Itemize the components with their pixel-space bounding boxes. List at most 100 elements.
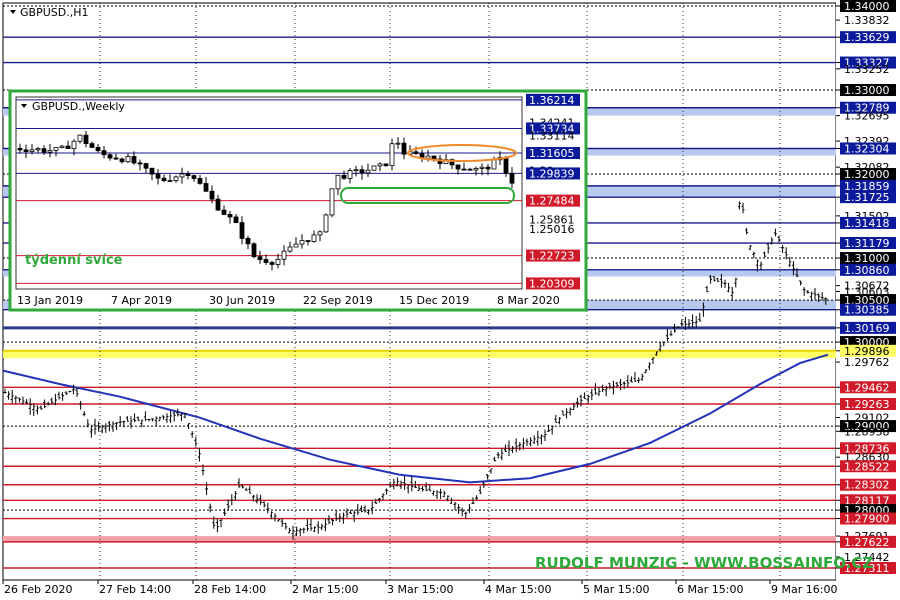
price-bar [374, 498, 378, 504]
price-bar [284, 522, 288, 530]
price-bar [208, 503, 212, 513]
price-bar [608, 382, 612, 390]
weekly-inset-chart: GBPUSD.,Weekly týdenní svíce 1.362141.34… [8, 89, 588, 312]
price-bar [802, 287, 806, 296]
price-bar [129, 416, 133, 429]
price-label: 1.27622 [836, 535, 896, 549]
price-bar [723, 279, 727, 289]
price-bar [172, 411, 176, 422]
price-bar [244, 487, 248, 491]
price-bar [25, 399, 29, 405]
price-label: 1.31179 [836, 237, 896, 250]
price-bar [431, 490, 435, 496]
price-bar [154, 416, 158, 426]
gbpusd-chart: GBPUSD.,H1 GBPUSD.,Weekly týdenní svíce … [2, 0, 900, 600]
price-label: 1.31725 [836, 191, 896, 204]
price-bar [309, 519, 313, 531]
price-label-text: 1.31418 [844, 217, 890, 230]
inset-candle [329, 188, 335, 218]
moving-average-line [2, 353, 829, 484]
price-bar [352, 510, 356, 522]
price-bar [737, 201, 741, 210]
price-bar [637, 377, 641, 384]
inset-time-label: 30 Jun 2019 [209, 294, 275, 307]
price-bar [777, 236, 781, 242]
price-bar [748, 245, 752, 251]
price-bar [759, 261, 763, 270]
price-label-text: 1.30169 [844, 322, 890, 335]
inset-price-label-text: 1.33114 [529, 130, 575, 143]
price-bar [820, 292, 824, 301]
price-bar [640, 373, 644, 381]
time-labels: 26 Feb 2020 27 Feb 14:00 28 Feb 14:00 2 Mar… [2, 580, 837, 596]
price-bar [514, 438, 518, 453]
price-bar [489, 468, 493, 474]
price-bar [734, 277, 738, 288]
price-bar [17, 397, 21, 403]
price-bar [302, 527, 306, 534]
price-bar [590, 388, 594, 401]
time-label: 26 Feb 2020 [4, 583, 72, 596]
price-label: 1.33832 [836, 14, 890, 27]
price-bar [453, 501, 457, 511]
price-bar [597, 386, 601, 397]
price-bar [316, 521, 320, 534]
price-label-text: 1.27900 [844, 513, 890, 526]
price-bar [745, 227, 749, 235]
inset-candle [251, 242, 257, 259]
price-bar [125, 416, 129, 422]
price-bar [197, 447, 201, 462]
inset-price-label-text: 1.25016 [529, 223, 575, 236]
price-bar [601, 384, 605, 393]
price-bar [179, 413, 183, 422]
price-label: 1.30385 [836, 303, 896, 317]
price-label-text: 1.32695 [844, 110, 890, 123]
price-bar [327, 515, 331, 525]
price-label: 1.33000 [836, 84, 896, 97]
inset-price-label-text: 1.22723 [529, 250, 575, 263]
price-bar [406, 484, 410, 494]
price-bar [806, 290, 810, 294]
price-label: 1.28522 [836, 460, 896, 473]
inset-candle [371, 165, 377, 171]
price-bar [464, 511, 468, 519]
price-bar [338, 513, 342, 523]
inset-title: GBPUSD.,Weekly [32, 100, 125, 113]
price-bar [334, 510, 338, 521]
price-bar [651, 357, 655, 365]
price-bar [57, 391, 61, 400]
price-label: 1.31418 [836, 216, 896, 230]
price-bar [781, 244, 785, 254]
price-bar [237, 478, 241, 488]
price-bar [147, 418, 151, 422]
inset-time-label: 22 Sep 2019 [303, 294, 373, 307]
inset-price-label: 1.33114 [529, 130, 575, 143]
price-bar [691, 314, 695, 328]
price-bar [629, 376, 633, 383]
price-bar [89, 424, 93, 438]
price-label-text: 1.33629 [844, 31, 890, 44]
price-bar [442, 490, 446, 498]
price-label: 1.29762 [836, 356, 890, 369]
price-bar [439, 488, 443, 499]
inset-price-label-text: 1.31605 [529, 147, 575, 160]
price-bar [669, 330, 673, 336]
price-bar [356, 503, 360, 516]
price-bar [500, 447, 504, 461]
price-bar [435, 490, 439, 500]
chart-title-text: GBPUSD.,H1 [20, 6, 88, 19]
time-label: 2 Mar 15:00 [292, 583, 358, 596]
dropdown-triangle-icon[interactable] [10, 10, 16, 14]
time-label: 3 Mar 15:00 [387, 583, 453, 596]
price-bar [151, 418, 155, 422]
price-bar [165, 413, 169, 423]
price-label-text: 1.28938 [844, 425, 890, 438]
price-bar [727, 282, 731, 293]
price-bar [813, 287, 817, 300]
price-bar [161, 415, 165, 420]
price-bar [359, 505, 363, 513]
price-bar [93, 418, 97, 435]
price-label: 1.29462 [836, 381, 896, 394]
inset-price-label-text: 1.36214 [529, 94, 575, 107]
price-bar [565, 408, 569, 419]
